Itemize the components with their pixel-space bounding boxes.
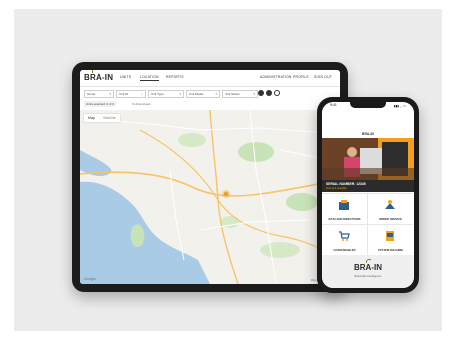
tile-label: CONSUMABLES [333, 248, 356, 252]
chevron-down-icon: ▾ [215, 92, 217, 96]
cart-icon [339, 231, 350, 241]
nav-reports[interactable]: REPORTS [166, 75, 184, 79]
footer-tagline: Bramidan Intelligence [354, 274, 382, 278]
unit-status-select[interactable]: Unit Status ▾ [222, 90, 258, 98]
phone-screen: 9:41 ▮▮▮ ◡ ▭ BRA-IN SERIAL NUMBER: 12345 [322, 102, 414, 288]
machine-photo-image [322, 138, 414, 180]
minor-road [249, 110, 277, 284]
brand-logo[interactable]: BRA-IN [84, 70, 114, 82]
tile-system-machine[interactable]: SYSTEM MACHINE [368, 224, 413, 255]
data-icon [339, 200, 349, 210]
status-icons: ▮▮▮ ◡ ▭ [393, 103, 406, 108]
nav-profile[interactable]: PROFILE [293, 75, 309, 79]
highway-road [80, 171, 340, 197]
tab-satellite[interactable]: Satellite [99, 114, 120, 122]
units-selected: Units selected: 0 of 0 [84, 101, 117, 107]
phone-header: BRA-IN [322, 110, 414, 138]
units-shown: 0 Units shown [132, 102, 151, 106]
nav-administration[interactable]: ADMINISTRATION [260, 75, 292, 79]
stage: BRA-IN UNITS LOCATION REPORTS ADMINISTRA… [0, 0, 456, 339]
nav-units[interactable]: UNITS [120, 75, 131, 79]
group-select[interactable]: Group ▾ [84, 90, 114, 98]
footer-brand: BRA-IN [354, 263, 382, 272]
chevron-down-icon: ▾ [179, 92, 181, 96]
serial-subtext: Free text possible [326, 187, 347, 190]
tablet-screen: BRA-IN UNITS LOCATION REPORTS ADMINISTRA… [80, 70, 340, 284]
phone-notch [350, 102, 386, 108]
serial-bar: SERIAL NUMBER: 12345 Free text possible [322, 180, 414, 192]
phone-device: 9:41 ▮▮▮ ◡ ▭ BRA-IN SERIAL NUMBER: 12345 [317, 97, 419, 293]
status-time: 9:41 [330, 103, 337, 107]
tablet-device: BRA-IN UNITS LOCATION REPORTS ADMINISTRA… [72, 62, 348, 292]
minor-road [169, 169, 185, 261]
park-area [260, 242, 300, 258]
tile-order-service[interactable]: ORDER SERVICE [368, 193, 413, 224]
top-nav: BRA-IN UNITS LOCATION REPORTS ADMINISTRA… [80, 70, 340, 87]
chevron-down-icon: ▾ [109, 92, 111, 96]
phone-header-logo: BRA-IN [362, 132, 374, 136]
unit-type-select[interactable]: Unit Type ▾ [148, 90, 184, 98]
island-shape [130, 224, 145, 248]
tab-map[interactable]: Map [84, 114, 99, 122]
machine-icon [386, 231, 394, 241]
map-type-toggle: Map Satellite [84, 114, 120, 122]
park-area [178, 133, 206, 147]
phone-footer: BRA-IN Bramidan Intelligence [322, 255, 414, 288]
selection-bar: Units selected: 0 of 0 0 Units shown [80, 100, 340, 109]
map-view[interactable]: Map Satellite Google Map data ©2024 Goog… [80, 110, 340, 284]
nav-location[interactable]: LOCATION [140, 75, 159, 81]
sprout-icon [92, 70, 98, 73]
machine-photo [322, 138, 414, 180]
service-icon [385, 200, 395, 209]
brand-name: BRA-IN [84, 73, 114, 82]
sea-area [80, 181, 210, 284]
map-canvas [80, 110, 340, 284]
park-area [286, 193, 318, 211]
nav-sign-out[interactable]: SIGN OUT [314, 75, 332, 79]
unit-marker [223, 191, 229, 197]
chevron-down-icon: ▾ [253, 92, 255, 96]
unit-id-input[interactable]: Unit ID ⌕ [116, 90, 146, 98]
tile-data-directions[interactable]: DATA AND DIRECTIONS [322, 193, 368, 224]
tile-label: ORDER SERVICE [378, 217, 403, 221]
search-icon: ⌕ [141, 92, 143, 96]
park-area [238, 142, 274, 162]
sort-icon[interactable] [274, 90, 280, 96]
unit-model-select[interactable]: Unit Model ▾ [186, 90, 220, 98]
tile-label: DATA AND DIRECTIONS [328, 217, 361, 221]
reset-icon[interactable] [266, 90, 272, 96]
google-logo: Google [84, 277, 97, 281]
minor-road [99, 119, 340, 135]
tile-label: SYSTEM MACHINE [377, 248, 404, 252]
filter-icon[interactable] [258, 90, 264, 96]
serial-number: SERIAL NUMBER: 12345 [326, 182, 366, 186]
filter-bar: Group ▾ Unit ID ⌕ Unit Type ▾ Unit Model ▾ U… [80, 87, 340, 99]
tile-consumables[interactable]: CONSUMABLES [322, 224, 368, 255]
